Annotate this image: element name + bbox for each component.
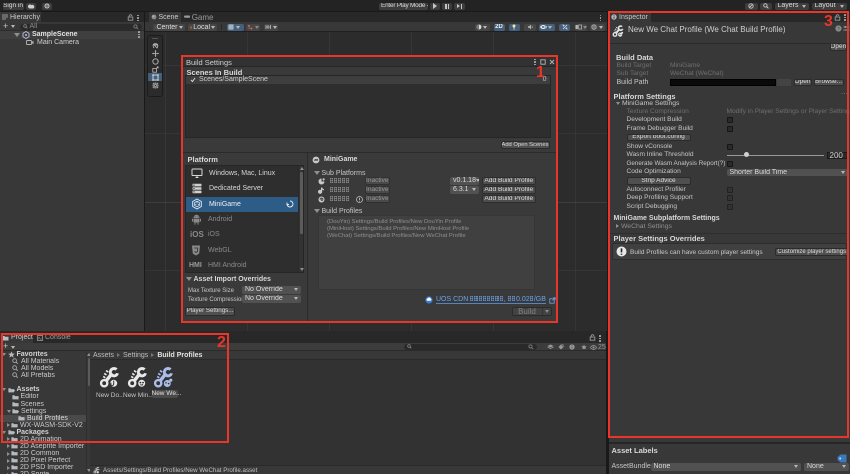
svg-text:?: ? (837, 26, 840, 31)
